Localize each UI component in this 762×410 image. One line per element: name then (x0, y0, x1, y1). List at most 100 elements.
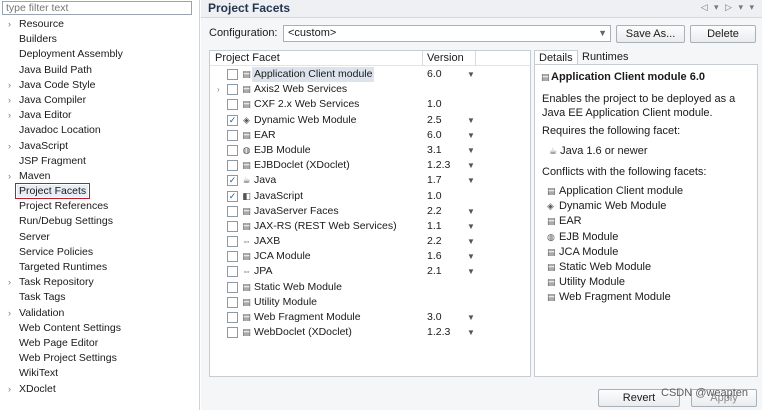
facet-row-webdoclet-xdoclet[interactable]: ▤ WebDoclet (XDoclet) 1.2.3 ▼ (210, 325, 530, 340)
facet-row-ejb-module[interactable]: ◍ EJB Module 3.1 ▼ (210, 143, 530, 158)
chevron-down-icon[interactable]: ▼ (467, 204, 475, 219)
facet-row-application-client-module[interactable]: ▤ Application Client module 6.0 ▼ (210, 67, 530, 83)
facet-checkbox[interactable] (227, 312, 238, 323)
tree-item-deployment-assembly[interactable]: Deployment Assembly (0, 47, 199, 62)
facet-version[interactable]: 1.0 (427, 97, 442, 112)
chevron-down-icon[interactable]: ▼ (467, 234, 475, 249)
chevron-right-icon[interactable]: › (8, 382, 11, 397)
chevron-right-icon[interactable]: › (8, 275, 11, 290)
facet-row-web-fragment-module[interactable]: ▤ Web Fragment Module 3.0 ▼ (210, 310, 530, 325)
chevron-down-icon[interactable]: ▼ (467, 219, 475, 234)
facet-checkbox[interactable] (227, 220, 238, 232)
facet-checkbox[interactable] (227, 160, 238, 172)
chevron-right-icon[interactable]: › (8, 78, 11, 93)
chevron-down-icon[interactable]: ▼ (467, 143, 475, 158)
column-header-version[interactable]: Version (427, 52, 464, 64)
tree-item-resource[interactable]: › Resource (0, 17, 199, 32)
save-as-button[interactable]: Save As... (616, 25, 685, 43)
tree-item-xdoclet[interactable]: › XDoclet (0, 382, 199, 397)
facet-checkbox[interactable] (227, 84, 238, 96)
tree-item-task-tags[interactable]: Task Tags (0, 290, 199, 305)
facet-version[interactable]: 2.5 (427, 113, 442, 128)
facet-checkbox[interactable] (227, 266, 238, 278)
facet-version[interactable]: 3.1 (427, 143, 442, 158)
facet-checkbox[interactable] (227, 205, 238, 217)
nav-arrows-icon[interactable]: ◁ ▾ ▷ ▾ ▾ (701, 2, 756, 13)
facet-checkbox[interactable]: ✓ (227, 114, 238, 126)
tree-item-java-editor[interactable]: › Java Editor (0, 108, 199, 123)
facet-checkbox[interactable] (227, 129, 238, 141)
chevron-down-icon[interactable]: ▼ (467, 113, 475, 128)
facet-row-jpa[interactable]: ⇔ JPA 2.1 ▼ (210, 264, 530, 279)
facet-row-javascript[interactable]: ✓ ◧ JavaScript 1.0 (210, 189, 530, 204)
chevron-down-icon[interactable]: ▼ (467, 173, 475, 188)
facet-checkbox[interactable] (227, 296, 238, 308)
chevron-down-icon[interactable]: ▼ (467, 325, 475, 340)
chevron-down-icon[interactable]: ▼ (467, 128, 475, 143)
facet-checkbox[interactable] (227, 144, 238, 156)
chevron-right-icon[interactable]: › (217, 82, 220, 97)
chevron-down-icon[interactable]: ▼ (467, 67, 475, 82)
facet-version[interactable]: 2.1 (427, 264, 442, 279)
facet-version[interactable]: 1.1 (427, 219, 442, 234)
chevron-down-icon[interactable]: ▼ (467, 158, 475, 173)
facet-version[interactable]: 6.0 (427, 67, 442, 82)
facet-row-cxf-2-x-web-services[interactable]: ▤ CXF 2.x Web Services 1.0 (210, 97, 530, 112)
chevron-down-icon[interactable]: ▼ (467, 264, 475, 279)
tree-item-web-project-settings[interactable]: Web Project Settings (0, 351, 199, 366)
chevron-down-icon[interactable]: ▼ (467, 310, 475, 325)
filter-input[interactable] (2, 1, 192, 15)
tree-item-jsp-fragment[interactable]: JSP Fragment (0, 154, 199, 169)
facet-row-jax-rs-rest-web-services[interactable]: ▤ JAX-RS (REST Web Services) 1.1 ▼ (210, 219, 530, 234)
tree-item-service-policies[interactable]: Service Policies (0, 245, 199, 260)
facet-version[interactable]: 1.6 (427, 249, 442, 264)
facet-version[interactable]: 1.2.3 (427, 158, 450, 173)
chevron-right-icon[interactable]: › (8, 17, 11, 32)
facet-checkbox[interactable] (227, 236, 238, 248)
facet-row-static-web-module[interactable]: ▤ Static Web Module (210, 280, 530, 295)
facet-version[interactable]: 1.0 (427, 189, 442, 204)
tree-item-wikitext[interactable]: WikiText (0, 366, 199, 381)
facet-row-javaserver-faces[interactable]: ▤ JavaServer Faces 2.2 ▼ (210, 204, 530, 219)
facet-checkbox[interactable]: ✓ (227, 190, 238, 202)
tree-item-javadoc-location[interactable]: Javadoc Location (0, 123, 199, 138)
tab-runtimes[interactable]: Runtimes (578, 50, 632, 65)
facet-version[interactable]: 1.2.3 (427, 325, 450, 340)
facet-row-java[interactable]: ✓ ☕ Java 1.7 ▼ (210, 173, 530, 188)
facet-checkbox[interactable] (227, 99, 238, 111)
tree-item-validation[interactable]: › Validation (0, 306, 199, 321)
configuration-select[interactable]: <custom> ▼ (283, 25, 611, 42)
facet-row-ejbdoclet-xdoclet[interactable]: ▤ EJBDoclet (XDoclet) 1.2.3 ▼ (210, 158, 530, 173)
facet-row-utility-module[interactable]: ▤ Utility Module (210, 295, 530, 310)
tree-item-run-debug-settings[interactable]: Run/Debug Settings (0, 214, 199, 229)
tree-item-task-repository[interactable]: › Task Repository (0, 275, 199, 290)
tree-item-server[interactable]: Server (0, 230, 199, 245)
facet-row-jca-module[interactable]: ▤ JCA Module 1.6 ▼ (210, 249, 530, 264)
chevron-down-icon[interactable]: ▼ (467, 249, 475, 264)
facet-version[interactable]: 2.2 (427, 234, 442, 249)
chevron-right-icon[interactable]: › (8, 93, 11, 108)
tree-item-builders[interactable]: Builders (0, 32, 199, 47)
facet-version[interactable]: 2.2 (427, 204, 442, 219)
tree-item-java-compiler[interactable]: › Java Compiler (0, 93, 199, 108)
facet-checkbox[interactable]: ✓ (227, 175, 238, 187)
facet-row-axis2-web-services[interactable]: › ▤ Axis2 Web Services (210, 82, 530, 97)
facet-row-ear[interactable]: ▤ EAR 6.0 ▼ (210, 128, 530, 143)
facet-row-jaxb[interactable]: ⇔ JAXB 2.2 ▼ (210, 234, 530, 249)
tree-item-project-facets[interactable]: Project Facets (0, 183, 199, 200)
facet-version[interactable]: 3.0 (427, 310, 442, 325)
tree-item-java-code-style[interactable]: › Java Code Style (0, 78, 199, 93)
facet-row-dynamic-web-module[interactable]: ✓ ◈ Dynamic Web Module 2.5 ▼ (210, 113, 530, 128)
facet-checkbox[interactable] (227, 327, 238, 339)
facet-checkbox[interactable] (227, 251, 238, 263)
tree-item-targeted-runtimes[interactable]: Targeted Runtimes (0, 260, 199, 275)
facet-version[interactable]: 1.7 (427, 173, 442, 188)
tab-details[interactable]: Details (534, 50, 578, 65)
chevron-right-icon[interactable]: › (8, 139, 11, 154)
tree-item-java-build-path[interactable]: Java Build Path (0, 63, 199, 78)
facet-checkbox[interactable] (227, 69, 238, 80)
facet-checkbox[interactable] (227, 281, 238, 293)
chevron-right-icon[interactable]: › (8, 169, 11, 184)
tree-item-web-page-editor[interactable]: Web Page Editor (0, 336, 199, 351)
tree-item-web-content-settings[interactable]: Web Content Settings (0, 321, 199, 336)
